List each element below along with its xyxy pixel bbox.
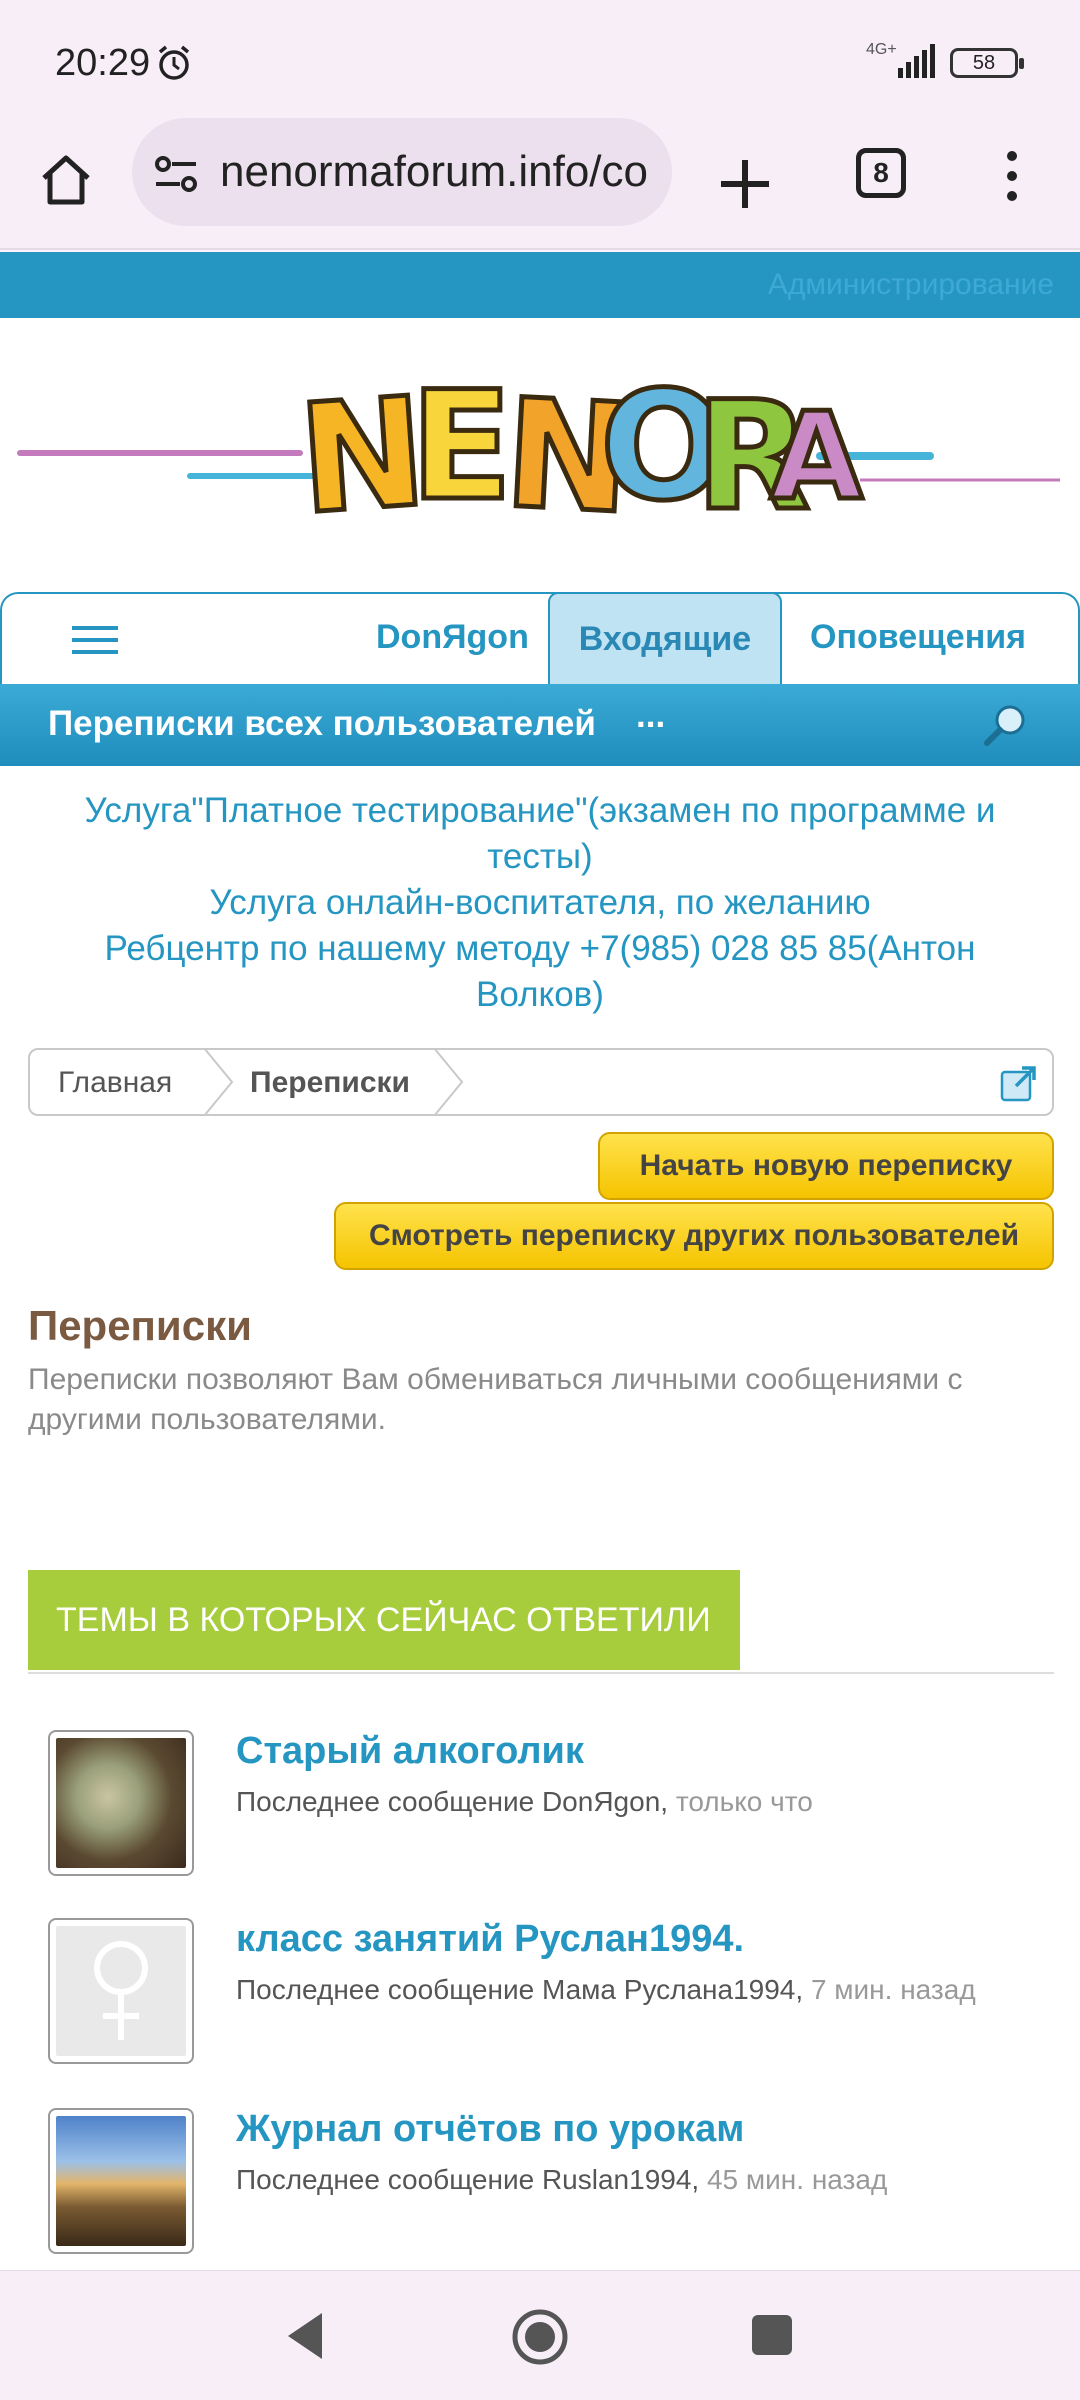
user-link[interactable]: DonЯgon bbox=[376, 618, 529, 657]
avatar[interactable] bbox=[48, 1918, 194, 2064]
avatar-image bbox=[56, 1926, 186, 2056]
start-conversation-button[interactable]: Начать новую переписку bbox=[598, 1132, 1054, 1200]
url-text[interactable]: nenormaforum.info/co bbox=[220, 147, 648, 197]
status-bar: 20:29 4G+ 58 bbox=[0, 0, 1080, 118]
page-title: Переписки bbox=[28, 1302, 252, 1349]
alarm-icon bbox=[158, 45, 190, 80]
breadcrumb-current[interactable]: Переписки bbox=[250, 1066, 410, 1100]
clock: 20:29 bbox=[55, 42, 151, 84]
last-post-time: 45 мин. назад bbox=[706, 2164, 888, 2195]
battery-icon: 58 bbox=[950, 48, 1024, 78]
notice-line-tutor[interactable]: Услуга онлайн-воспитателя, по желанию bbox=[40, 880, 1040, 926]
last-post-time: 7 мин. назад bbox=[810, 1974, 976, 2005]
avatar[interactable] bbox=[48, 1730, 194, 1876]
tab-switcher-button[interactable]: 8 bbox=[856, 148, 906, 198]
all-conversations-link[interactable]: Переписки всех пользователей bbox=[48, 704, 596, 744]
thread-meta: Последнее сообщение DonЯgon, только что bbox=[236, 1786, 813, 1818]
thread-title[interactable]: Журнал отчётов по урокам bbox=[236, 2108, 744, 2151]
external-link-icon[interactable] bbox=[1000, 1064, 1038, 1102]
logo-letter-e: E bbox=[410, 360, 512, 534]
sub-navigation: Переписки всех пользователей ... bbox=[0, 684, 1080, 766]
back-icon[interactable] bbox=[280, 2309, 330, 2363]
last-post-time: только что bbox=[675, 1786, 813, 1817]
site-settings-icon[interactable] bbox=[154, 154, 198, 194]
notice-line-rehab[interactable]: Ребцентр по нашему методу +7(985) 028 85… bbox=[40, 926, 1040, 1018]
thread-meta: Последнее сообщение Мама Руслана1994, 7 … bbox=[236, 1974, 976, 2006]
recent-threads-header: ТЕМЫ В КОТОРЫХ СЕЙЧАС ОТВЕТИЛИ bbox=[28, 1570, 740, 1670]
system-navigation-bar bbox=[0, 2270, 1080, 2400]
avatar[interactable] bbox=[48, 2108, 194, 2254]
main-navigation: DonЯgon Входящие Оповещения bbox=[0, 592, 1080, 686]
home-circle-icon[interactable] bbox=[510, 2307, 570, 2367]
tab-inbox[interactable]: Входящие bbox=[548, 592, 782, 686]
hamburger-menu-icon[interactable] bbox=[72, 624, 118, 656]
web-page: Администрирование N E N O R A DonЯgon Вх… bbox=[0, 252, 1080, 2270]
thread-title[interactable]: Старый алкоголик bbox=[236, 1730, 584, 1773]
recent-apps-icon[interactable] bbox=[752, 2315, 792, 2355]
list-item[interactable]: Журнал отчётов по урокам Последнее сообщ… bbox=[28, 2108, 1054, 2258]
more-menu-icon[interactable] bbox=[990, 146, 1034, 206]
thread-meta: Последнее сообщение Ruslan1994, 45 мин. … bbox=[236, 2164, 887, 2196]
last-post-author[interactable]: Последнее сообщение Мама Руслана1994, bbox=[236, 1974, 803, 2005]
signal-icon bbox=[898, 44, 935, 78]
admin-bar: Администрирование bbox=[0, 252, 1080, 318]
breadcrumb-home[interactable]: Главная bbox=[58, 1066, 172, 1100]
search-icon[interactable] bbox=[982, 702, 1028, 748]
last-post-author[interactable]: Последнее сообщение DonЯgon, bbox=[236, 1786, 668, 1817]
divider bbox=[28, 1672, 1054, 1674]
network-type: 4G+ bbox=[866, 41, 897, 58]
view-others-conversations-button[interactable]: Смотреть переписку других пользователей bbox=[334, 1202, 1054, 1270]
avatar-image bbox=[56, 2116, 186, 2246]
thread-title[interactable]: класс занятий Руслан1994. bbox=[236, 1918, 744, 1961]
more-link[interactable]: ... bbox=[636, 696, 665, 736]
chevron-right-icon bbox=[433, 1048, 464, 1116]
page-description: Переписки позволяют Вам обмениваться лич… bbox=[28, 1363, 963, 1436]
list-item[interactable]: Старый алкоголик Последнее сообщение Don… bbox=[28, 1730, 1054, 1880]
admin-link[interactable]: Администрирование bbox=[768, 268, 1054, 302]
site-logo[interactable]: N E N O R A bbox=[0, 348, 1080, 550]
browser-toolbar: nenormaforum.info/co 8 bbox=[0, 118, 1080, 250]
home-button[interactable] bbox=[30, 144, 102, 216]
tab-alerts[interactable]: Оповещения bbox=[810, 618, 1026, 657]
breadcrumb: Главная Переписки bbox=[28, 1048, 1054, 1116]
female-symbol-icon bbox=[94, 1941, 148, 2040]
new-tab-icon[interactable] bbox=[705, 144, 785, 224]
logo-letter-ma: A bbox=[770, 388, 863, 527]
chevron-right-icon bbox=[203, 1048, 234, 1116]
services-notice[interactable]: Услуга"Платное тестирование"(экзамен по … bbox=[40, 788, 1040, 1018]
last-post-author[interactable]: Последнее сообщение Ruslan1994, bbox=[236, 2164, 699, 2195]
home-icon bbox=[42, 155, 90, 205]
list-item[interactable]: класс занятий Руслан1994. Последнее сооб… bbox=[28, 1918, 1054, 2068]
notice-line-testing[interactable]: Услуга"Платное тестирование"(экзамен по … bbox=[40, 788, 1040, 880]
avatar-image bbox=[56, 1738, 186, 1868]
address-bar[interactable]: nenormaforum.info/co bbox=[132, 118, 672, 226]
